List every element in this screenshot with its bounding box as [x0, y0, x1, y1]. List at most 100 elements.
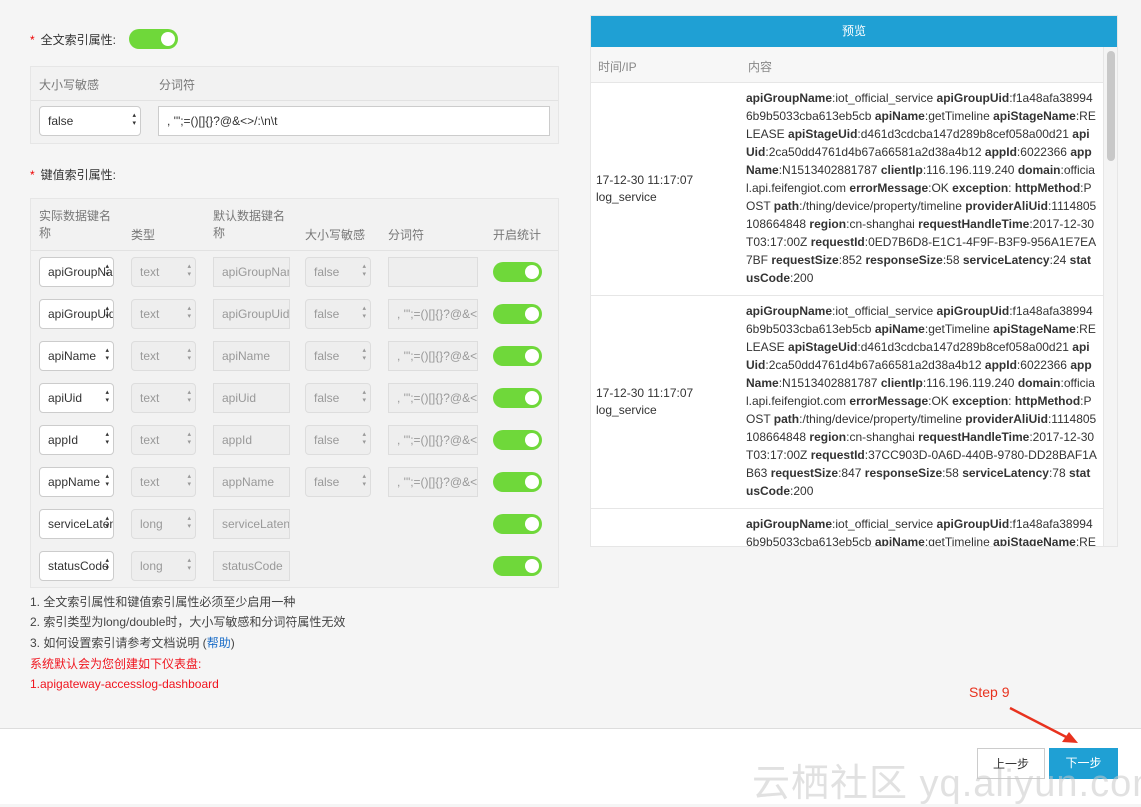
- note-1: 1. 全文索引属性和键值索引属性必须至少启用一种: [30, 595, 296, 609]
- keyvalue-label: * 键值索引属性:: [30, 168, 117, 182]
- type-select: text: [131, 383, 196, 413]
- case-select: false: [305, 383, 371, 413]
- key-select[interactable]: apiGroupUid: [39, 299, 114, 329]
- default-name-input: apiGroupUid: [213, 299, 290, 329]
- preview-row: 17-12-30 11:17:07 log_service apiGroupName…: [591, 296, 1105, 509]
- note-3-text: 3. 如何设置索引请参考文档说明 (: [30, 636, 207, 650]
- log-value: /thing/device/property/timeline: [802, 412, 962, 426]
- token-input: , '";=()[]{}?@&<: [388, 383, 478, 413]
- header-stats: 开启统计: [493, 228, 542, 242]
- token-input: [388, 257, 478, 287]
- stats-toggle[interactable]: [493, 514, 542, 534]
- log-value: iot_official_service: [835, 304, 934, 318]
- note-3: 3. 如何设置索引请参考文档说明 (帮助): [30, 634, 235, 651]
- help-link[interactable]: 帮助: [207, 636, 231, 650]
- log-key: requestHandleTime: [918, 430, 1030, 444]
- log-source: log_service: [596, 403, 657, 417]
- log-value: getTimeline: [928, 109, 990, 123]
- log-key: apiStageUid: [788, 127, 858, 141]
- log-key: apiStageUid: [788, 340, 858, 354]
- key-select[interactable]: appId: [39, 425, 114, 455]
- scrollbar-thumb[interactable]: [1107, 51, 1115, 161]
- log-key: responseSize: [864, 466, 943, 480]
- log-key: clientIp: [880, 163, 923, 177]
- log-key: apiStageName: [993, 109, 1076, 123]
- log-key: providerAliUid: [965, 412, 1048, 426]
- fulltext-token-input[interactable]: , '";=()[]{}?@&<>/:\n\t: [158, 106, 550, 136]
- log-value: N1513402881787: [782, 376, 878, 390]
- stats-toggle[interactable]: [493, 430, 542, 450]
- col-time: 时间/IP: [598, 60, 637, 74]
- log-key: exception: [952, 181, 1009, 195]
- token-input: , '";=()[]{}?@&<: [388, 425, 478, 455]
- preview-time-ip: 17-12-30 11:17:07 log_service: [591, 83, 741, 295]
- log-value: 116.196.119.240: [926, 376, 1015, 390]
- log-value: d461d3cdcba147d289b8cef058a00d21: [860, 127, 1069, 141]
- default-name-input: serviceLatency: [213, 509, 290, 539]
- log-value: 2ca50dd4761d4b67a66581a2d38a4b12: [768, 145, 982, 159]
- log-key: apiName: [874, 109, 925, 123]
- log-value: getTimeline: [928, 322, 990, 336]
- log-value: 116.196.119.240: [926, 163, 1015, 177]
- header-token: 分词符: [159, 78, 196, 92]
- table-row: statusCode long statusCode: [31, 551, 558, 581]
- log-key: clientIp: [880, 376, 923, 390]
- table-row: apiGroupUid text apiGroupUid false , '";=()[…: [31, 299, 558, 329]
- default-name-input: statusCode: [213, 551, 290, 581]
- stats-toggle[interactable]: [493, 472, 542, 492]
- log-key: apiStageName: [993, 322, 1076, 336]
- fulltext-toggle[interactable]: [129, 29, 178, 49]
- note-3-end: ): [230, 636, 235, 650]
- log-key: apiStageName: [993, 535, 1076, 547]
- default-name-input: apiName: [213, 341, 290, 371]
- log-key: httpMethod: [1014, 181, 1081, 195]
- fulltext-table: 大小写敏感 分词符 false , '";=()[]{}?@&<>/:\n\t: [30, 66, 559, 144]
- log-key: apiGroupName: [746, 304, 833, 318]
- log-key: apiGroupUid: [936, 517, 1010, 531]
- stats-toggle[interactable]: [493, 262, 542, 282]
- preview-time-ip: 17-12-30 11:17:07 log_service: [591, 296, 741, 508]
- key-select[interactable]: serviceLatency: [39, 509, 114, 539]
- log-key: requestId: [810, 235, 865, 249]
- log-value: 58: [945, 466, 959, 480]
- key-select[interactable]: statusCode: [39, 551, 114, 581]
- preview-scrollbar[interactable]: [1103, 47, 1117, 546]
- log-key: path: [773, 412, 800, 426]
- log-key: domain: [1017, 376, 1061, 390]
- log-time: 17-12-30 11:17:07: [596, 173, 694, 187]
- fulltext-label-text: 全文索引属性:: [40, 33, 117, 47]
- header-case: 大小写敏感: [39, 78, 100, 92]
- col-content: 内容: [748, 60, 773, 74]
- case-select: false: [305, 425, 371, 455]
- log-key: apiGroupName: [746, 91, 833, 105]
- key-select[interactable]: apiName: [39, 341, 114, 371]
- stats-toggle[interactable]: [493, 304, 542, 324]
- arrow-icon: [1009, 706, 1078, 743]
- stats-toggle[interactable]: [493, 556, 542, 576]
- key-select[interactable]: appName: [39, 467, 114, 497]
- stats-toggle[interactable]: [493, 388, 542, 408]
- fulltext-case-select[interactable]: false: [39, 106, 141, 136]
- table-row: serviceLatency long serviceLatency: [31, 509, 558, 539]
- log-value: 78: [1052, 466, 1066, 480]
- header-type: 类型: [131, 228, 156, 242]
- dashboard-title: 系统默认会为您创建如下仪表盘:: [30, 657, 202, 671]
- preview-content: apiGroupName:iot_official_service apiGro…: [741, 509, 1097, 547]
- key-select[interactable]: apiGroupName: [39, 257, 114, 287]
- header-default: 默认数据键名称: [213, 209, 286, 240]
- log-key: region: [809, 217, 847, 231]
- log-key: region: [809, 430, 847, 444]
- stats-toggle[interactable]: [493, 346, 542, 366]
- log-value: iot_official_service: [835, 517, 934, 531]
- log-value: cn-shanghai: [849, 217, 915, 231]
- preview-title: 预览: [591, 16, 1117, 47]
- log-value: 58: [946, 253, 960, 267]
- log-key: errorMessage: [849, 181, 929, 195]
- log-key: path: [773, 199, 800, 213]
- key-select[interactable]: apiUid: [39, 383, 114, 413]
- log-value: 847: [841, 466, 862, 480]
- log-value: 200: [793, 484, 814, 498]
- log-value: /thing/device/property/timeline: [802, 199, 962, 213]
- case-select: false: [305, 299, 371, 329]
- preview-time-ip: [591, 509, 741, 546]
